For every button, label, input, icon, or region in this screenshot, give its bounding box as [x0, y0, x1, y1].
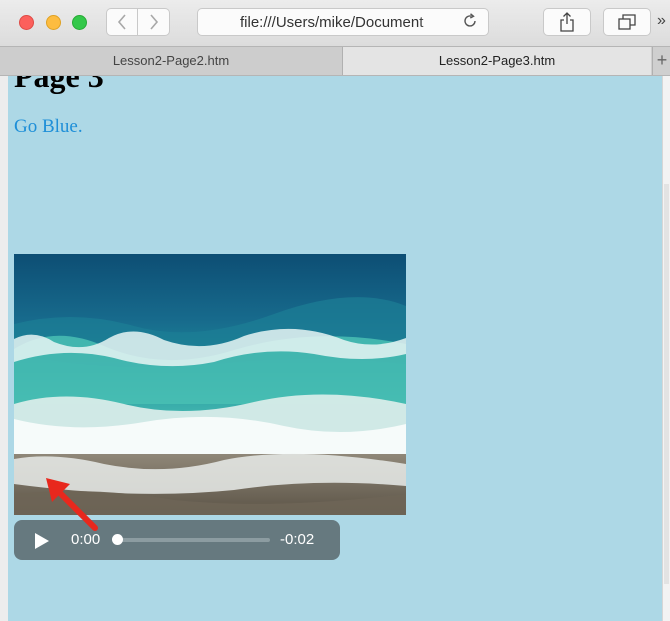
red-arrow-icon — [46, 478, 98, 531]
page-scrollbar[interactable] — [662, 76, 670, 621]
close-window-button[interactable] — [19, 15, 34, 30]
zoom-window-button[interactable] — [72, 15, 87, 30]
window-left-edge — [0, 76, 8, 621]
chevron-right-icon — [149, 14, 158, 30]
page-heading: Page 3 — [14, 76, 104, 94]
audio-progress-track[interactable] — [118, 538, 270, 542]
play-button[interactable] — [34, 532, 50, 555]
browser-toolbar: file:///Users/mike/Document » — [0, 0, 670, 46]
address-bar-url: file:///Users/mike/Document — [240, 14, 424, 31]
share-button[interactable] — [543, 8, 591, 36]
new-tab-button[interactable]: + — [652, 47, 670, 75]
page-paragraph: Go Blue. — [14, 116, 83, 137]
forward-button[interactable] — [138, 8, 170, 36]
audio-remaining-time: -0:02 — [280, 531, 315, 548]
toolbar-overflow-button[interactable]: » — [657, 12, 666, 30]
tab-bar: Lesson2-Page2.htm Lesson2-Page3.htm + — [0, 46, 670, 76]
address-bar[interactable]: file:///Users/mike/Document — [197, 8, 489, 36]
show-tabs-button[interactable] — [603, 8, 651, 36]
share-icon — [560, 12, 574, 32]
audio-progress-knob[interactable] — [112, 534, 123, 545]
chevron-left-icon — [117, 14, 126, 30]
back-button[interactable] — [106, 8, 138, 36]
play-icon — [35, 533, 49, 549]
scrollbar-thumb[interactable] — [664, 184, 669, 584]
tabs-overview-icon — [618, 14, 636, 30]
tab-lesson2-page2[interactable]: Lesson2-Page2.htm — [0, 47, 343, 75]
page-content: Page 3 Go Blue. 0:00 -0:02 — [8, 76, 662, 621]
minimize-window-button[interactable] — [46, 15, 61, 30]
reload-icon[interactable] — [462, 13, 478, 34]
tab-lesson2-page3[interactable]: Lesson2-Page3.htm — [343, 47, 651, 75]
